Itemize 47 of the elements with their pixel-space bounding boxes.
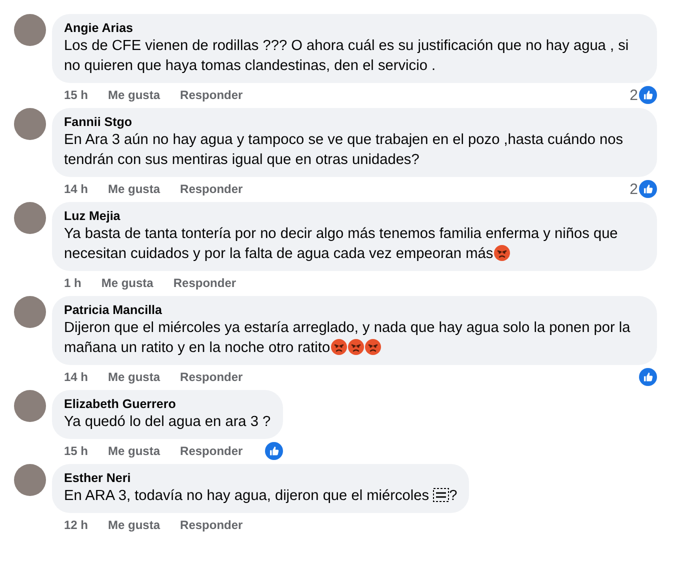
author-name[interactable]: Elizabeth Guerrero [64,396,271,412]
like-link[interactable]: Me gusta [108,444,160,458]
avatar[interactable] [14,296,46,328]
avatar[interactable] [14,202,46,234]
author-name[interactable]: Patricia Mancilla [64,302,645,318]
author-name[interactable]: Esther Neri [64,470,458,486]
angry-face-icon [331,339,348,355]
thumbs-up-icon [639,368,657,386]
reply-link[interactable]: Responder [180,182,243,196]
avatar[interactable] [14,108,46,140]
like-link[interactable]: Me gusta [108,182,160,196]
timestamp[interactable]: 14 h [64,370,88,384]
thumbs-up-icon [639,86,657,104]
avatar[interactable] [14,14,46,46]
reaction-count[interactable]: 2 [630,86,638,104]
timestamp[interactable]: 15 h [64,444,88,458]
timestamp[interactable]: 15 h [64,88,88,102]
reply-link[interactable]: Responder [180,518,243,532]
thumbs-up-icon [264,442,283,460]
angry-face-icon [365,339,382,355]
angry-face-icon [494,245,510,261]
reply-link[interactable]: Responder [180,88,243,102]
timestamp[interactable]: 1 h [64,276,82,290]
object-placeholder-icon [433,488,450,502]
comment-text: En Ara 3 aún no hay agua y tampoco se ve que trabajen en el pozo ,hasta cuándo nos tendrán con sus mentiras igual que en otras unidades? [64,131,624,170]
author-name[interactable]: Fannii Stgo [64,114,645,130]
thumbs-up-icon [639,180,657,198]
like-link[interactable]: Me gusta [108,518,160,532]
comment-text: Dijeron que el miércoles ya estaría arreglado, y nada que hay agua solo la ponen por la mañana un ratito y en la noche otro ratito [64,319,632,358]
comment-text: Ya basta de tanta tontería por no decir algo más tenemos familia enferma y niños que necesitan cuidados y por la falta de agua cada vez empeoran más [64,225,619,264]
reply-link[interactable]: Responder [180,444,243,458]
comment-text: Ya quedó lo del agua en ara 3 ? [64,413,271,432]
comment-text: En ARA 3, todavía no hay agua, dijeron que el miércoles ? [64,487,458,506]
comment-text: Los de CFE vienen de rodillas ??? O ahora cuál es su justificación que no hay agua , si no quieren que haya tomas clandestinas, den el servicio . [64,37,630,76]
avatar[interactable] [14,390,46,422]
timestamp[interactable]: 14 h [64,182,88,196]
reaction-count[interactable]: 2 [630,180,638,198]
author-name[interactable]: Angie Arias [64,20,645,36]
avatar[interactable] [14,464,46,496]
angry-face-icon [348,339,364,355]
reply-link[interactable]: Responder [173,276,236,290]
like-link[interactable]: Me gusta [101,276,154,290]
author-name[interactable]: Luz Mejia [64,208,645,224]
like-link[interactable]: Me gusta [108,370,160,384]
timestamp[interactable]: 12 h [64,518,88,532]
reply-link[interactable]: Responder [180,370,243,384]
like-link[interactable]: Me gusta [108,88,160,102]
